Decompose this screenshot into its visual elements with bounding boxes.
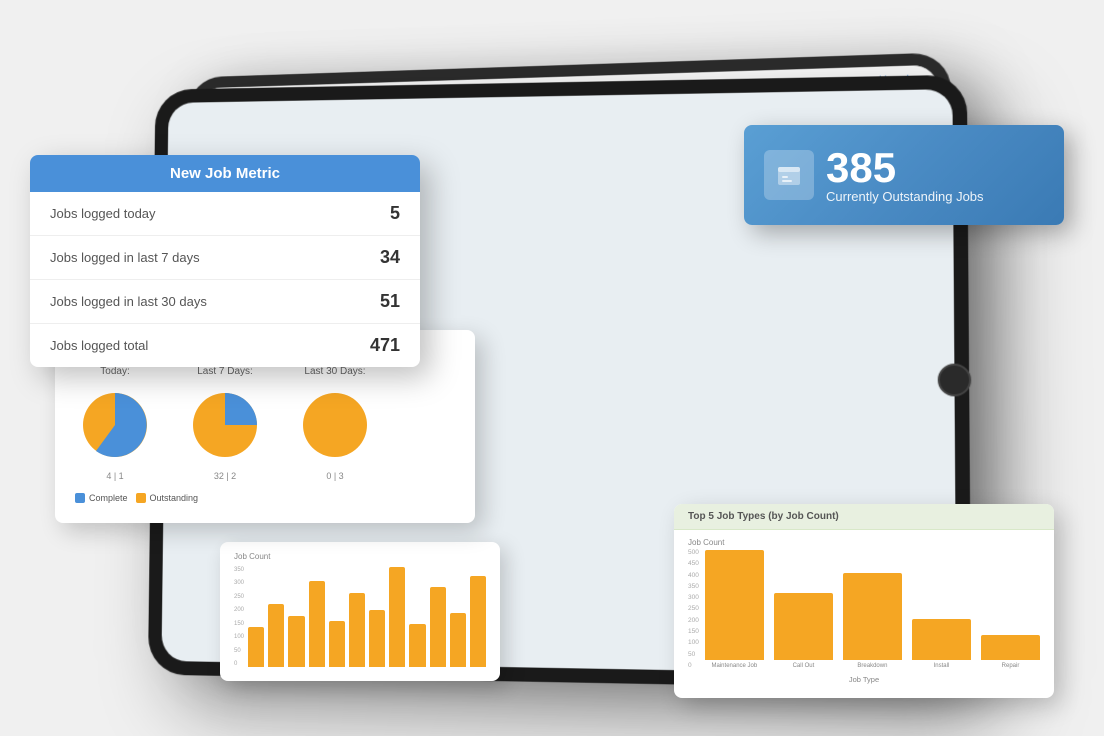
top5-header: Top 5 Job Types (by Job Count): [674, 504, 1054, 530]
bar-item: [349, 593, 365, 667]
new-job-label-1: Jobs logged today: [50, 206, 156, 221]
top5-bar-group: Call Out: [774, 593, 833, 669]
outstanding-icon: [764, 150, 814, 200]
top5-bar-label: Repair: [1002, 663, 1020, 669]
new-job-label-2: Jobs logged in last 7 days: [50, 250, 200, 265]
top5-x-label: Job Type: [688, 675, 1040, 684]
new-job-row-4: Jobs logged total 471: [30, 324, 420, 367]
top5-bar-label: Maintenance Job: [712, 663, 758, 669]
pie-7days-svg: [185, 385, 265, 465]
top5-bar-label: Breakdown: [857, 663, 887, 669]
new-job-val-3: 51: [380, 291, 400, 312]
bar-item: [288, 616, 304, 667]
bar-chart-y-axis: 0 50 100 150 200 250 300 350: [234, 567, 244, 667]
new-job-header: New Job Metric: [30, 155, 420, 192]
pie-charts-row: Today: 4 | 1 Last 7 Days: 32 | 2 Last 30…: [75, 366, 455, 481]
top5-bar-label: Call Out: [793, 663, 815, 669]
top5-bar-item: [843, 573, 902, 660]
bar-item: [369, 610, 385, 667]
bar-item: [409, 624, 425, 667]
top5-y-axis: 0 50 100 150 200 250 300 350 400 450 500: [688, 549, 699, 669]
pie-today-label: Today:: [100, 366, 129, 377]
new-job-val-1: 5: [390, 203, 400, 224]
top5-bar-group: Maintenance Job: [705, 550, 764, 669]
home-button[interactable]: [938, 364, 972, 397]
top5-bar-group: Breakdown: [843, 573, 902, 669]
top5-bar-group: Repair: [981, 635, 1040, 669]
pie-today-values: 4 | 1: [106, 471, 123, 481]
top5-y-label: Job Count: [688, 538, 1040, 547]
bar-item: [450, 613, 466, 667]
pie-7days-values: 32 | 2: [214, 471, 236, 481]
top5-bars: Maintenance Job Call Out Breakdown Install R…: [705, 549, 1040, 669]
new-job-row-2: Jobs logged in last 7 days 34: [30, 236, 420, 280]
pie-30days-values: 0 | 3: [326, 471, 343, 481]
pie-30days-label: Last 30 Days:: [304, 366, 365, 377]
new-job-label-4: Jobs logged total: [50, 338, 148, 353]
top5-bar-item: [705, 550, 764, 660]
outstanding-text: 385 Currently Outstanding Jobs: [826, 147, 984, 204]
legend-outstanding-dot: [136, 493, 146, 503]
top5-bar-item: [774, 593, 833, 660]
new-job-val-4: 471: [370, 335, 400, 356]
pie-7days: Last 7 Days: 32 | 2: [185, 366, 265, 481]
top5-bar-item: [912, 619, 971, 660]
outstanding-label: Currently Outstanding Jobs: [826, 189, 984, 204]
top5-job-types-card: Top 5 Job Types (by Job Count) Job Count…: [674, 504, 1054, 698]
bar-item: [470, 576, 486, 667]
top5-bar-item: [981, 635, 1040, 660]
pie-today: Today: 4 | 1: [75, 366, 155, 481]
top5-bar-group: Install: [912, 619, 971, 669]
top5-content: Job Count 0 50 100 150 200 250 300 350 4…: [674, 530, 1054, 684]
bar-item: [430, 587, 446, 667]
outstanding-jobs-card: 385 Currently Outstanding Jobs: [744, 125, 1064, 225]
legend-row: Complete Outstanding: [75, 493, 455, 503]
new-job-row-1: Jobs logged today 5: [30, 192, 420, 236]
pie-30days-svg: [295, 385, 375, 465]
top5-bar-label: Install: [934, 663, 950, 669]
new-job-metric-card: New Job Metric Jobs logged today 5 Jobs …: [30, 155, 420, 367]
legend-complete: Complete: [75, 493, 128, 503]
new-job-val-2: 34: [380, 247, 400, 268]
outstanding-number: 385: [826, 147, 984, 189]
bar-item: [248, 627, 264, 667]
pie-today-svg: [75, 385, 155, 465]
legend-outstanding: Outstanding: [136, 493, 199, 503]
new-job-label-3: Jobs logged in last 30 days: [50, 294, 207, 309]
pie-30days: Last 30 Days: 0 | 3: [295, 366, 375, 481]
bar-chart-card: Job Count 0 50 100 150 200 250 300 350: [220, 542, 500, 681]
bar-item: [329, 621, 345, 667]
bar-item: [268, 604, 284, 667]
legend-complete-label: Complete: [89, 493, 128, 503]
bar-chart-y-label: Job Count: [234, 552, 486, 561]
new-job-row-3: Jobs logged in last 30 days 51: [30, 280, 420, 324]
pie-7days-label: Last 7 Days:: [197, 366, 253, 377]
legend-complete-dot: [75, 493, 85, 503]
bar-item: [309, 581, 325, 667]
legend-outstanding-label: Outstanding: [150, 493, 199, 503]
bar-item: [389, 567, 405, 667]
bar-chart-bars: [248, 567, 486, 667]
